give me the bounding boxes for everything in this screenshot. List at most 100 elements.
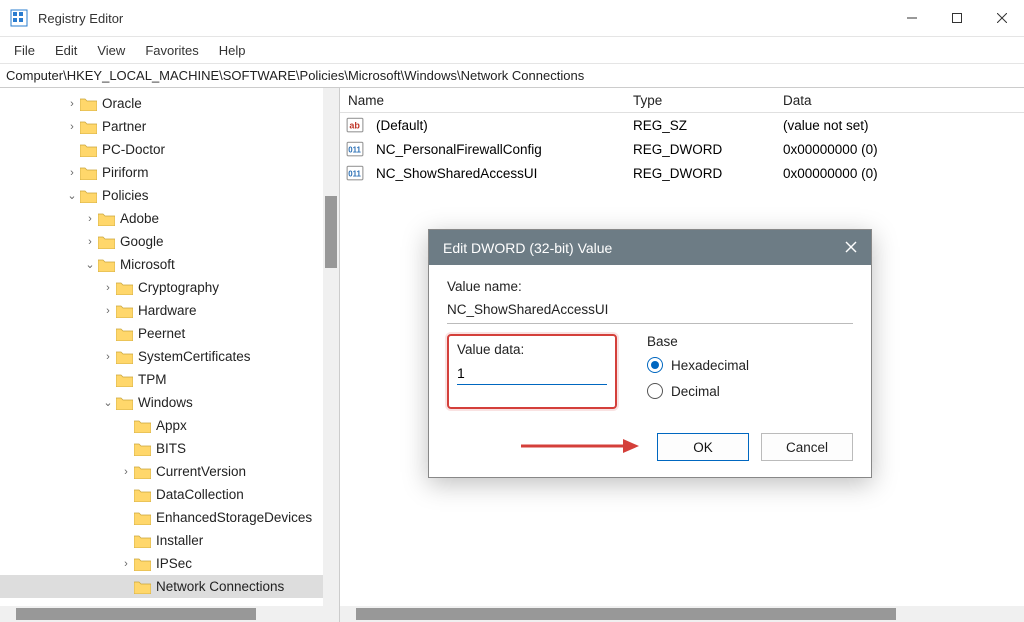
radio-icon xyxy=(647,383,663,399)
chevron-right-icon: › xyxy=(64,121,80,133)
window-controls xyxy=(889,0,1024,36)
tree-node-oracle[interactable]: ›Oracle xyxy=(0,92,339,115)
tree-node-windows[interactable]: ⌄Windows xyxy=(0,391,339,414)
address-text: Computer\HKEY_LOCAL_MACHINE\SOFTWARE\Pol… xyxy=(6,68,584,83)
list-horizontal-scrollbar[interactable] xyxy=(340,606,1024,622)
column-header-data[interactable]: Data xyxy=(775,93,1024,108)
minimize-button[interactable] xyxy=(889,0,934,36)
tree-node-pcdoctor[interactable]: PC-Doctor xyxy=(0,138,339,161)
radio-hexadecimal[interactable]: Hexadecimal xyxy=(647,357,853,373)
tree-node-google[interactable]: ›Google xyxy=(0,230,339,253)
value-type: REG_DWORD xyxy=(625,142,775,157)
chevron-right-icon: › xyxy=(64,98,80,110)
column-header-name[interactable]: Name xyxy=(340,93,625,108)
tree-node-bits[interactable]: BITS xyxy=(0,437,339,460)
svg-text:011: 011 xyxy=(348,169,361,178)
menu-favorites[interactable]: Favorites xyxy=(135,40,208,61)
svg-text:ab: ab xyxy=(349,120,360,130)
value-data: 0x00000000 (0) xyxy=(775,142,878,157)
tree-node-cryptography[interactable]: ›Cryptography xyxy=(0,276,339,299)
dialog-title: Edit DWORD (32-bit) Value xyxy=(443,240,612,256)
menu-file[interactable]: File xyxy=(4,40,45,61)
menu-edit[interactable]: Edit xyxy=(45,40,87,61)
menubar: File Edit View Favorites Help xyxy=(0,37,1024,64)
base-label: Base xyxy=(647,334,853,349)
menu-help[interactable]: Help xyxy=(209,40,256,61)
tree-node-hardware[interactable]: ›Hardware xyxy=(0,299,339,322)
tree-node-installer[interactable]: Installer xyxy=(0,529,339,552)
tree-node-tpm[interactable]: TPM xyxy=(0,368,339,391)
tree-node-microsoft[interactable]: ⌄Microsoft xyxy=(0,253,339,276)
value-data-highlight: Value data: xyxy=(447,334,617,409)
radio-icon xyxy=(647,357,663,373)
value-row[interactable]: 011 NC_ShowSharedAccessUI REG_DWORD 0x00… xyxy=(340,161,1024,185)
titlebar: Registry Editor xyxy=(0,0,1024,37)
tree-node-peernet[interactable]: Peernet xyxy=(0,322,339,345)
menu-view[interactable]: View xyxy=(87,40,135,61)
scrollbar-thumb[interactable] xyxy=(325,196,337,268)
tree-node-systemcertificates[interactable]: ›SystemCertificates xyxy=(0,345,339,368)
app-icon xyxy=(10,9,28,27)
reg-dword-icon: 011 xyxy=(346,140,364,158)
value-data-input[interactable] xyxy=(457,363,607,385)
chevron-right-icon: › xyxy=(100,282,116,294)
dialog-body: Value name: Value data: Base Hexadecimal… xyxy=(429,265,871,477)
chevron-down-icon: ⌄ xyxy=(64,189,80,202)
dialog-buttons: OK Cancel xyxy=(447,433,853,461)
scrollbar-thumb[interactable] xyxy=(16,608,256,620)
svg-text:011: 011 xyxy=(348,145,361,154)
tree-node-networkconnections[interactable]: Network Connections xyxy=(0,575,339,598)
address-bar[interactable]: Computer\HKEY_LOCAL_MACHINE\SOFTWARE\Pol… xyxy=(0,64,1024,88)
value-name-label: Value name: xyxy=(447,279,853,294)
radio-label: Decimal xyxy=(671,384,720,399)
tree-node-adobe[interactable]: ›Adobe xyxy=(0,207,339,230)
value-rows: ab (Default) REG_SZ (value not set) 011 … xyxy=(340,113,1024,185)
ok-button[interactable]: OK xyxy=(657,433,749,461)
tree-node-policies[interactable]: ⌄Policies xyxy=(0,184,339,207)
chevron-right-icon: › xyxy=(64,167,80,179)
radio-decimal[interactable]: Decimal xyxy=(647,383,853,399)
chevron-down-icon: ⌄ xyxy=(82,258,98,271)
value-type: REG_DWORD xyxy=(625,166,775,181)
value-row[interactable]: ab (Default) REG_SZ (value not set) xyxy=(340,113,1024,137)
value-data: 0x00000000 (0) xyxy=(775,166,878,181)
chevron-down-icon: ⌄ xyxy=(100,396,116,409)
dialog-close-button[interactable] xyxy=(845,240,857,256)
tree-node-ipsec[interactable]: ›IPSec xyxy=(0,552,339,575)
close-button[interactable] xyxy=(979,0,1024,36)
maximize-button[interactable] xyxy=(934,0,979,36)
radio-label: Hexadecimal xyxy=(671,358,749,373)
value-type: REG_SZ xyxy=(625,118,775,133)
window-title: Registry Editor xyxy=(38,11,889,26)
value-name: NC_PersonalFirewallConfig xyxy=(368,142,625,157)
value-data: (value not set) xyxy=(775,118,869,133)
edit-dword-dialog: Edit DWORD (32-bit) Value Value name: Va… xyxy=(428,229,872,478)
column-header-type[interactable]: Type xyxy=(625,93,775,108)
value-data-label: Value data: xyxy=(457,342,607,357)
chevron-right-icon: › xyxy=(82,213,98,225)
tree-node-piriform[interactable]: ›Piriform xyxy=(0,161,339,184)
chevron-right-icon: › xyxy=(118,558,134,570)
chevron-right-icon: › xyxy=(100,351,116,363)
chevron-right-icon: › xyxy=(82,236,98,248)
registry-tree[interactable]: ›Oracle ›Partner PC-Doctor ›Piriform ⌄Po… xyxy=(0,88,339,606)
value-row[interactable]: 011 NC_PersonalFirewallConfig REG_DWORD … xyxy=(340,137,1024,161)
value-name-field[interactable] xyxy=(447,300,853,324)
chevron-right-icon: › xyxy=(118,466,134,478)
cancel-button[interactable]: Cancel xyxy=(761,433,853,461)
tree-node-datacollection[interactable]: DataCollection xyxy=(0,483,339,506)
chevron-right-icon: › xyxy=(100,305,116,317)
tree-node-appx[interactable]: Appx xyxy=(0,414,339,437)
reg-dword-icon: 011 xyxy=(346,164,364,182)
dialog-titlebar[interactable]: Edit DWORD (32-bit) Value xyxy=(429,230,871,265)
tree-horizontal-scrollbar[interactable] xyxy=(0,606,339,622)
scrollbar-thumb[interactable] xyxy=(356,608,896,620)
value-name: NC_ShowSharedAccessUI xyxy=(368,166,625,181)
tree-node-currentversion[interactable]: ›CurrentVersion xyxy=(0,460,339,483)
tree-vertical-scrollbar[interactable] xyxy=(323,88,339,606)
tree-node-enhancedstorage[interactable]: EnhancedStorageDevices xyxy=(0,506,339,529)
tree-node-partner[interactable]: ›Partner xyxy=(0,115,339,138)
reg-sz-icon: ab xyxy=(346,116,364,134)
base-group: Base Hexadecimal Decimal xyxy=(647,334,853,409)
tree-pane: ›Oracle ›Partner PC-Doctor ›Piriform ⌄Po… xyxy=(0,88,340,622)
